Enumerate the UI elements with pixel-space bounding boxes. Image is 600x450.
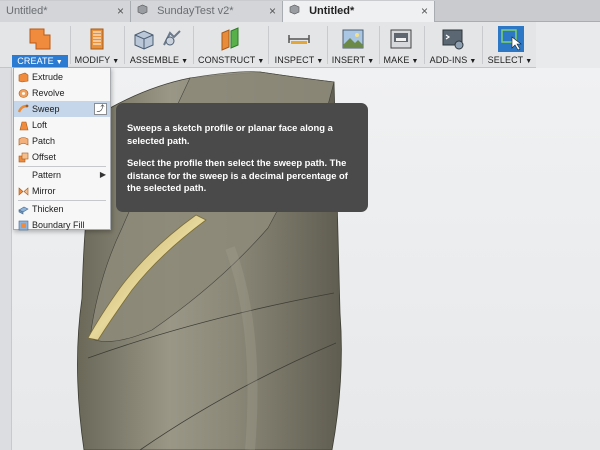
insert-image-icon xyxy=(342,29,364,49)
tab-label: SundayTest v2* xyxy=(157,5,234,17)
addins-icon xyxy=(442,29,464,50)
chevron-down-icon: ▼ xyxy=(469,58,477,65)
menu-item-mirror[interactable]: Mirror xyxy=(14,183,110,199)
toolbar-divider xyxy=(124,26,125,64)
tab-sundaytest[interactable]: SundayTest v2* × xyxy=(131,1,283,22)
chevron-down-icon: ▼ xyxy=(316,58,324,65)
offset-icon xyxy=(18,152,29,163)
toolbar-modify[interactable]: MODIFY ▼ xyxy=(72,22,122,68)
menu-item-label: Loft xyxy=(32,120,48,130)
close-icon[interactable]: × xyxy=(269,1,276,21)
toolbar-select[interactable]: SELECT ▼ xyxy=(487,22,533,68)
toolbar-label: SELECT xyxy=(487,55,524,65)
menu-item-label: Offset xyxy=(32,152,56,162)
close-icon[interactable]: × xyxy=(117,1,124,21)
thicken-icon xyxy=(18,206,29,215)
menu-item-label: Mirror xyxy=(32,186,56,196)
menu-item-pattern[interactable]: Pattern ▶ xyxy=(14,167,110,183)
menu-item-boundary-fill[interactable]: Boundary Fill xyxy=(14,217,110,233)
patch-icon xyxy=(18,137,29,146)
toolbar-label: CONSTRUCT xyxy=(198,55,256,65)
tab-label: Untitled* xyxy=(6,5,48,17)
menu-item-label: Revolve xyxy=(32,88,65,98)
menu-item-label: Boundary Fill xyxy=(32,220,85,230)
revolve-icon xyxy=(18,89,29,98)
menu-item-label: Extrude xyxy=(32,72,64,82)
toolbar-construct[interactable]: CONSTRUCT ▼ xyxy=(198,22,264,68)
toolbar-assemble[interactable]: ASSEMBLE ▼ xyxy=(128,22,190,68)
toolbar-divider xyxy=(268,26,269,64)
assemble-new-component-icon xyxy=(134,30,154,50)
toolbar-label: ASSEMBLE xyxy=(129,55,180,65)
chevron-down-icon: ▼ xyxy=(181,58,189,65)
measure-icon xyxy=(288,35,310,44)
toolbar-inspect[interactable]: INSPECT ▼ xyxy=(274,22,324,68)
toolbar-divider xyxy=(482,26,483,64)
toolbar-add-ins[interactable]: ADD-INS ▼ xyxy=(427,22,479,68)
menu-item-patch[interactable]: Patch xyxy=(14,133,110,149)
chevron-down-icon: ▼ xyxy=(55,59,63,66)
print-icon xyxy=(390,29,412,49)
create-box-icon xyxy=(29,28,51,50)
menu-item-label: Patch xyxy=(32,136,56,146)
tab-label: Untitled* xyxy=(309,5,355,17)
loft-icon xyxy=(19,121,29,131)
chevron-down-icon: ▼ xyxy=(367,58,375,65)
menu-item-label: Thicken xyxy=(32,204,64,214)
toolbar-label: INSPECT xyxy=(274,55,315,65)
menu-item-label: Pattern xyxy=(32,170,62,180)
toolbar-divider xyxy=(193,26,194,64)
close-icon[interactable]: × xyxy=(421,1,428,21)
toolbar-make[interactable]: MAKE ▼ xyxy=(381,22,421,68)
document-tab-bar: Untitled* × SundayTest v2* × Untitled* × xyxy=(0,0,600,22)
toolbar-insert[interactable]: INSERT ▼ xyxy=(330,22,376,68)
boundary-fill-icon xyxy=(18,220,29,231)
toolbar-label: MAKE xyxy=(383,55,410,65)
menu-item-offset[interactable]: Offset xyxy=(14,149,110,165)
main-toolbar: CREATE ▼ MODIFY ▼ ASSEMBLE ▼ CONSTRUCT ▼ INS… xyxy=(0,22,536,68)
menu-item-revolve[interactable]: Revolve xyxy=(14,85,110,101)
select-cursor-icon xyxy=(498,26,524,52)
menu-item-extrude[interactable]: Extrude xyxy=(14,69,110,85)
component-icon xyxy=(137,2,148,15)
mirror-icon xyxy=(18,187,29,196)
sweep-tooltip: Sweeps a sketch profile or planar face a… xyxy=(116,103,368,212)
tooltip-description: Sweeps a sketch profile or planar face a… xyxy=(127,122,333,146)
chevron-down-icon: ▼ xyxy=(411,58,419,65)
toolbar-label: CREATE xyxy=(17,56,54,66)
menu-item-sweep[interactable]: Sweep ⤴ xyxy=(14,101,110,117)
create-dropdown-menu: Extrude Revolve Sweep ⤴ Loft Patch Offse… xyxy=(13,67,111,233)
menu-item-label: Sweep xyxy=(32,104,60,114)
toolbar-divider xyxy=(327,26,328,64)
toolbar-label: ADD-INS xyxy=(429,55,468,65)
toolbar-divider xyxy=(70,26,71,64)
toolbar-divider xyxy=(424,26,425,64)
component-icon xyxy=(289,2,300,15)
construct-plane-icon xyxy=(221,27,239,51)
chevron-down-icon: ▼ xyxy=(257,58,265,65)
menu-item-thicken[interactable]: Thicken xyxy=(14,201,110,217)
toolbar-label: INSERT xyxy=(331,55,366,65)
toolbar-create[interactable]: CREATE ▼ xyxy=(12,22,68,68)
menu-item-loft[interactable]: Loft xyxy=(14,117,110,133)
assemble-icon xyxy=(163,30,181,46)
tooltip-instructions: Select the profile then select the sweep… xyxy=(127,157,348,193)
modify-icon xyxy=(90,28,104,50)
chevron-down-icon: ▼ xyxy=(112,58,120,65)
tab-untitled-1[interactable]: Untitled* × xyxy=(0,1,131,22)
toolbar-label: MODIFY xyxy=(74,55,111,65)
chevron-down-icon: ▼ xyxy=(525,58,533,65)
tab-untitled-active[interactable]: Untitled* × xyxy=(283,1,435,22)
pin-to-toolbar-icon[interactable]: ⤴ xyxy=(94,103,107,115)
toolbar-divider xyxy=(379,26,380,64)
submenu-arrow-icon: ▶ xyxy=(99,170,106,179)
sweep-icon xyxy=(18,104,29,113)
extrude-icon xyxy=(18,72,29,83)
left-panel-strip xyxy=(0,22,12,450)
